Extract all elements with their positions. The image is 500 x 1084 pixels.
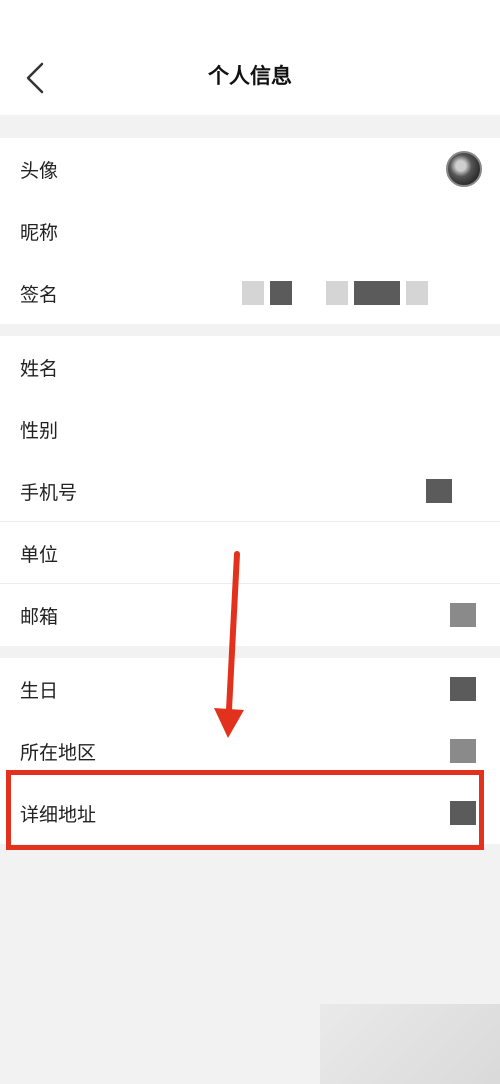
redacted-value — [426, 479, 452, 503]
row-label: 生日 — [20, 679, 59, 702]
redacted-value — [450, 801, 476, 825]
row-gender[interactable]: 性别 — [0, 398, 500, 460]
row-label: 单位 — [20, 543, 59, 566]
profile-group: 头像 昵称 签名 — [0, 138, 500, 324]
row-signature[interactable]: 签名 — [0, 262, 500, 324]
redacted-value — [450, 739, 476, 763]
row-label: 昵称 — [20, 221, 59, 244]
redacted-value — [450, 677, 476, 701]
avatar[interactable] — [446, 151, 482, 187]
row-label: 所在地区 — [20, 741, 97, 764]
row-phone[interactable]: 手机号 — [0, 460, 500, 522]
row-nickname[interactable]: 昵称 — [0, 200, 500, 262]
row-label: 性别 — [20, 419, 59, 442]
row-label: 签名 — [20, 283, 59, 306]
row-region[interactable]: 所在地区 — [0, 720, 500, 782]
row-name[interactable]: 姓名 — [0, 336, 500, 398]
contact-group: 姓名 性别 手机号 单位 邮箱 — [0, 336, 500, 646]
redacted-value — [450, 603, 476, 627]
row-label: 头像 — [20, 159, 59, 182]
row-label: 邮箱 — [20, 605, 59, 628]
page-title: 个人信息 — [208, 64, 292, 88]
row-label: 详细地址 — [20, 803, 97, 826]
row-email[interactable]: 邮箱 — [0, 584, 500, 646]
top-bar: 个人信息 — [0, 0, 500, 115]
row-label: 手机号 — [20, 481, 78, 504]
row-label: 姓名 — [20, 357, 59, 380]
address-group: 生日 所在地区 详细地址 — [0, 658, 500, 844]
row-detailed-address[interactable]: 详细地址 — [0, 782, 500, 844]
row-avatar[interactable]: 头像 — [0, 138, 500, 200]
row-company[interactable]: 单位 — [0, 522, 500, 584]
redacted-value — [242, 281, 428, 305]
watermark — [320, 1004, 500, 1084]
row-birthday[interactable]: 生日 — [0, 658, 500, 720]
